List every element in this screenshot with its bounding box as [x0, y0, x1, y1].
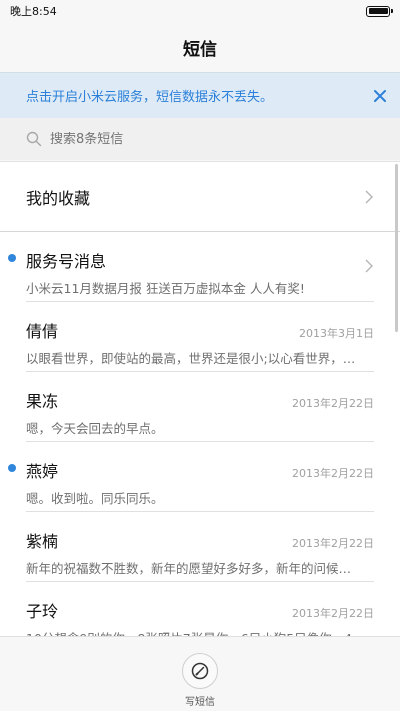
list-item[interactable]: 燕婷 2013年2月22日 嗯。收到啦。同乐同乐。 [0, 442, 400, 512]
compose-label[interactable]: 写短信 [185, 693, 215, 708]
message-date: 2013年2月22日 [292, 467, 374, 480]
message-date: 2013年2月22日 [292, 397, 374, 410]
battery-icon [366, 5, 393, 17]
contact-name: 服务号消息 [26, 252, 107, 271]
message-preview: 小米云11月数据月报 狂送百万虚拟本金 人人有奖! [26, 281, 305, 296]
message-date: 2013年2月22日 [292, 537, 374, 550]
unread-dot [8, 254, 16, 262]
favorites-label: 我的收藏 [26, 188, 91, 208]
contact-name: 燕婷 [26, 462, 59, 481]
banner-text[interactable]: 点击开启小米云服务，短信数据永不丢失。 [26, 86, 370, 105]
message-date: 2013年3月1日 [299, 327, 374, 340]
favorites-row[interactable]: 我的收藏 [0, 162, 400, 232]
list-item[interactable]: 果冻 2013年2月22日 嗯，今天会回去的早点。 [0, 372, 400, 442]
message-preview: 10分想念9别的你，8张照片7张是你，6只小狗5只像你，4… [26, 628, 374, 636]
search-bar[interactable] [0, 118, 400, 160]
contact-name: 倩倩 [26, 322, 59, 341]
search-icon [26, 131, 42, 147]
contact-name: 子玲 [26, 602, 59, 621]
list-item-service[interactable]: 服务号消息 小米云11月数据月报 狂送百万虚拟本金 人人有奖! [0, 232, 400, 302]
bottom-bar: 写短信 [0, 636, 400, 711]
contact-name: 果冻 [26, 392, 59, 411]
status-bar: 晚上8:54 [0, 0, 400, 22]
message-preview: 新年的祝福数不胜数，新年的愿望好多好多，新年的问候… [26, 561, 352, 576]
message-preview: 嗯。收到啦。同乐同乐。 [26, 491, 164, 506]
conversation-list[interactable]: 我的收藏 服务号消息 小米云11月数据月报 狂送百万虚拟本金 人人有奖! 倩倩 … [0, 161, 400, 636]
contact-name: 紫楠 [26, 532, 59, 551]
message-preview: 嗯，今天会回去的早点。 [26, 421, 164, 436]
message-preview: 以眼看世界，即使站的最高，世界还是很小;以心看世界，… [26, 351, 356, 366]
list-item[interactable]: 子玲 2013年2月22日 10分想念9别的你，8张照片7张是你，6只小狗5只像… [0, 582, 400, 636]
chevron-right-icon [365, 259, 373, 273]
compose-icon [191, 662, 209, 680]
list-item[interactable]: 紫楠 2013年2月22日 新年的祝福数不胜数，新年的愿望好多好多，新年的问候… [0, 512, 400, 582]
page-title-bar: 短信 [0, 22, 400, 72]
page-title: 短信 [183, 39, 217, 60]
status-time: 晚上8:54 [10, 5, 57, 18]
list-item[interactable]: 倩倩 2013年3月1日 以眼看世界，即使站的最高，世界还是很小;以心看世界，… [0, 302, 400, 372]
search-input[interactable] [50, 131, 350, 147]
message-date: 2013年2月22日 [292, 607, 374, 620]
close-icon[interactable] [370, 86, 390, 106]
cloud-service-banner[interactable]: 点击开启小米云服务，短信数据永不丢失。 [0, 72, 400, 118]
unread-dot [8, 464, 16, 472]
compose-button[interactable] [182, 653, 218, 689]
chevron-right-icon [365, 190, 373, 203]
